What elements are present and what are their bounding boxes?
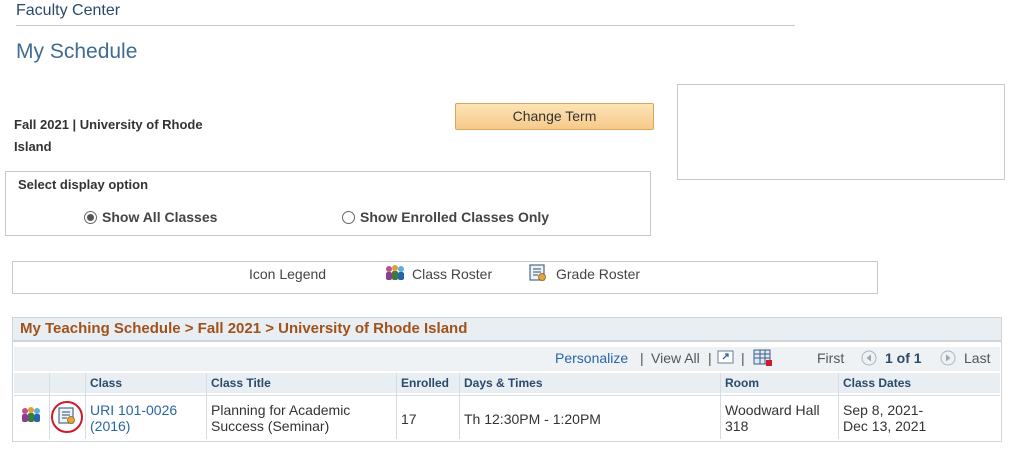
highlight-circle xyxy=(51,401,83,433)
show-enrolled-classes-option[interactable]: Show Enrolled Classes Only xyxy=(342,209,549,225)
show-enrolled-classes-radio[interactable] xyxy=(342,210,355,224)
column-header-enrolled: Enrolled xyxy=(401,376,450,390)
previous-page-icon[interactable] xyxy=(861,350,877,371)
last-label: Last xyxy=(964,350,991,366)
term-label: Fall 2021 | University of Rhode Island xyxy=(14,114,254,158)
schedule-title: My Teaching Schedule > Fall 2021 > Unive… xyxy=(20,320,468,337)
nav-separator-2: | xyxy=(708,350,712,366)
column-divider xyxy=(49,373,50,439)
column-divider xyxy=(720,373,721,439)
class-roster-icon xyxy=(384,264,406,287)
page-info: 1 of 1 xyxy=(885,350,922,366)
show-enrolled-classes-label[interactable]: Show Enrolled Classes Only xyxy=(360,209,549,225)
column-header-class-title: Class Title xyxy=(211,376,271,390)
class-title-line2: Success (Seminar) xyxy=(211,418,330,434)
class-title-cell: Planning for Academic Success (Seminar) xyxy=(211,402,350,434)
download-spreadsheet-icon[interactable] xyxy=(753,349,773,372)
column-divider xyxy=(459,373,460,439)
nav-separator-3: | xyxy=(741,350,745,366)
column-divider xyxy=(838,373,839,439)
zoom-icon[interactable] xyxy=(717,349,735,370)
header-divider xyxy=(16,25,795,26)
class-dates-line1: Sep 8, 2021- xyxy=(843,402,924,418)
term-label-line2: Island xyxy=(14,139,52,154)
class-roster-legend-label: Class Roster xyxy=(412,266,493,282)
term-label-line1: Fall 2021 | University of Rhode xyxy=(14,117,203,132)
class-link[interactable]: URI 101-0026 (2016) xyxy=(90,402,177,434)
room-line1: Woodward Hall xyxy=(725,402,820,418)
info-panel xyxy=(677,84,1005,180)
show-all-classes-option[interactable]: Show All Classes xyxy=(84,209,217,225)
enrolled-cell: 17 xyxy=(401,411,417,427)
class-title-line1: Planning for Academic xyxy=(211,402,351,418)
icon-legend-label: Icon Legend xyxy=(249,266,327,282)
grade-roster-icon xyxy=(529,264,547,287)
next-page-icon[interactable] xyxy=(940,350,956,371)
grid-nav-bar xyxy=(14,347,1000,371)
days-times-cell: Th 12:30PM - 1:20PM xyxy=(464,411,601,427)
show-all-classes-label[interactable]: Show All Classes xyxy=(102,209,217,225)
nav-separator-1: | xyxy=(640,350,644,366)
room-cell: Woodward Hall 318 xyxy=(725,402,820,434)
column-divider xyxy=(206,373,207,439)
first-label: First xyxy=(817,350,845,366)
column-divider xyxy=(396,373,397,439)
breadcrumb: Faculty Center xyxy=(16,2,121,19)
class-dates-cell: Sep 8, 2021- Dec 13, 2021 xyxy=(843,402,926,434)
display-option-title: Select display option xyxy=(18,177,149,192)
class-link-line2[interactable]: (2016) xyxy=(90,418,177,434)
change-term-button[interactable]: Change Term xyxy=(455,103,654,130)
view-all-link[interactable]: View All xyxy=(651,350,700,366)
room-line2: 318 xyxy=(725,418,749,434)
column-header-class-dates: Class Dates xyxy=(843,376,912,390)
column-divider xyxy=(85,373,86,439)
column-header-class: Class xyxy=(90,376,123,390)
class-dates-line2: Dec 13, 2021 xyxy=(843,418,927,434)
grade-roster-legend-label: Grade Roster xyxy=(556,266,641,282)
class-link-line1[interactable]: URI 101-0026 xyxy=(90,402,177,418)
page-title: My Schedule xyxy=(16,40,138,63)
show-all-classes-radio[interactable] xyxy=(84,210,97,224)
personalize-link[interactable]: Personalize xyxy=(555,350,628,366)
column-header-days-times: Days & Times xyxy=(464,376,543,390)
row-divider xyxy=(14,395,1000,396)
column-header-room: Room xyxy=(725,376,759,390)
class-roster-icon[interactable] xyxy=(20,406,42,429)
